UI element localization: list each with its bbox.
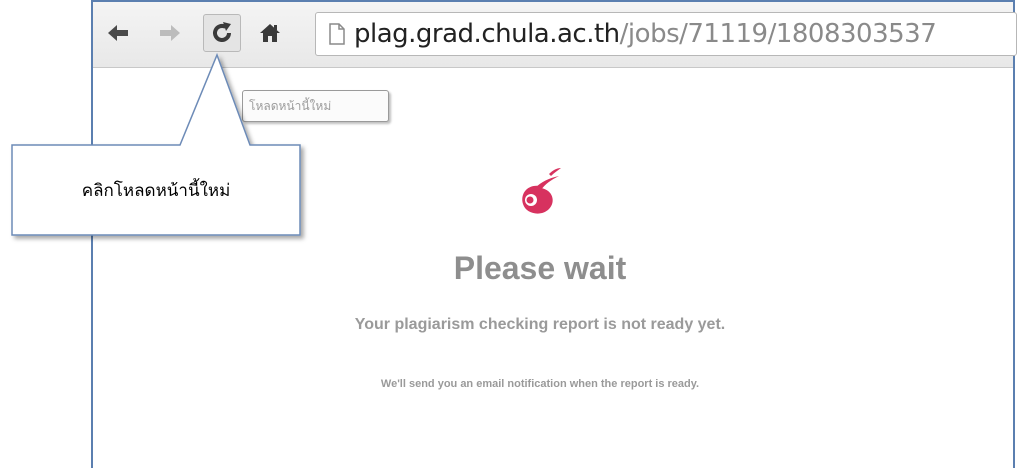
page-note: We'll send you an email notification whe… (380, 378, 700, 390)
callout-text: คลิกโหลดหน้านี้ใหม่ (81, 180, 231, 201)
logo-icon (522, 168, 561, 214)
page-title: Please wait (453, 250, 627, 286)
page-subtitle: Your plagiarism checking report is not r… (354, 316, 726, 333)
